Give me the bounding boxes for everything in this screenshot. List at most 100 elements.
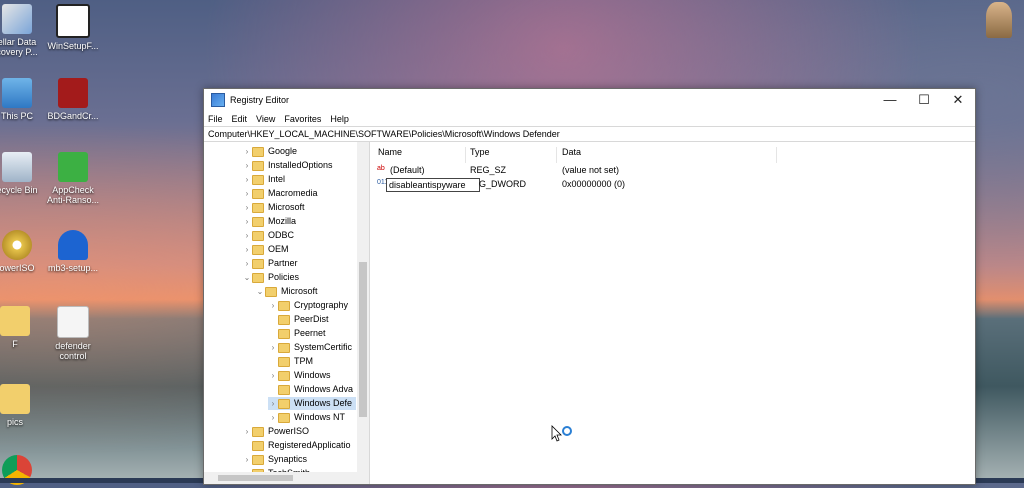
rename-input[interactable]: disableantispyware: [386, 178, 480, 192]
tree-item-poweriso[interactable]: › PowerISO: [242, 425, 309, 438]
tree-item-windows-nt[interactable]: › Windows NT: [268, 411, 345, 424]
tree-item-systemcertificates[interactable]: › SystemCertific: [268, 341, 352, 354]
tree-item-label: PowerISO: [268, 426, 310, 436]
close-button[interactable]: ✕: [941, 92, 975, 108]
chevron-right-icon[interactable]: ›: [242, 187, 252, 200]
chevron-right-icon[interactable]: ›: [242, 243, 252, 256]
values-list[interactable]: Name Type Data ab (Default) REG_SZ (valu…: [372, 142, 975, 484]
desktop-icon-defender-control[interactable]: defender control: [42, 306, 104, 361]
string-value-icon: ab: [377, 165, 385, 172]
tree-item-synaptics[interactable]: › Synaptics: [242, 453, 307, 466]
desktop-icon-label: AppCheck Anti-Ranso...: [46, 185, 100, 205]
chevron-right-icon[interactable]: ›: [242, 159, 252, 172]
desktop-icon-mb3-setup[interactable]: mb3-setup...: [42, 230, 104, 273]
column-name[interactable]: Name: [378, 147, 402, 157]
desktop-icon-appcheck[interactable]: AppCheck Anti-Ranso...: [42, 152, 104, 205]
chevron-right-icon[interactable]: ›: [242, 425, 252, 438]
desktop-icon-label: defender control: [55, 341, 91, 361]
folder-icon: [252, 244, 264, 255]
menu-file[interactable]: File: [208, 114, 223, 124]
scrollbar-thumb[interactable]: [218, 475, 293, 481]
chevron-down-icon[interactable]: ⌄: [255, 285, 265, 298]
tree-item-windows-advanced[interactable]: Windows Adva: [268, 383, 353, 396]
folder-icon: [252, 146, 264, 157]
chevron-right-icon[interactable]: ›: [242, 453, 252, 466]
title-bar[interactable]: Registry Editor — ☐ ✕: [204, 89, 975, 111]
column-divider[interactable]: [776, 147, 777, 163]
desktop-icon-folder-f[interactable]: F: [0, 306, 46, 349]
tree-item-windows[interactable]: › Windows: [268, 369, 331, 382]
desktop-icon-recovery[interactable]: ellar Data covery P...: [0, 4, 48, 57]
tree-item-label: Partner: [268, 258, 298, 268]
chevron-right-icon[interactable]: ›: [268, 397, 278, 410]
desktop-icon-recycle-bin[interactable]: ecycle Bin: [0, 152, 48, 195]
column-divider[interactable]: [556, 147, 557, 163]
chevron-right-icon[interactable]: ›: [242, 173, 252, 186]
address-bar[interactable]: Computer\HKEY_LOCAL_MACHINE\SOFTWARE\Pol…: [204, 126, 975, 142]
chevron-right-icon[interactable]: ›: [268, 411, 278, 424]
chevron-down-icon[interactable]: ⌄: [242, 271, 252, 284]
tree-item-label: OEM: [268, 244, 289, 254]
column-divider[interactable]: [465, 147, 466, 163]
tree-item-installedoptions[interactable]: › InstalledOptions: [242, 159, 333, 172]
minimize-button[interactable]: —: [873, 92, 907, 108]
chevron-right-icon[interactable]: ›: [242, 145, 252, 158]
value-row-default[interactable]: ab (Default) REG_SZ (value not set): [372, 164, 975, 177]
tree-item-label: PeerDist: [294, 314, 329, 324]
tree-item-cryptography[interactable]: › Cryptography: [268, 299, 348, 312]
maximize-button[interactable]: ☐: [907, 92, 941, 108]
chevron-right-icon[interactable]: ›: [242, 201, 252, 214]
winsetup-icon: [56, 4, 90, 38]
tree-item-microsoft[interactable]: › Microsoft: [242, 201, 305, 214]
tree-vertical-scrollbar[interactable]: [357, 142, 369, 472]
menu-view[interactable]: View: [256, 114, 275, 124]
tree-item-peerdist[interactable]: PeerDist: [268, 313, 329, 326]
tree-item-policies-microsoft[interactable]: ⌄ Microsoft: [255, 285, 318, 298]
tree-item-odbc[interactable]: › ODBC: [242, 229, 294, 242]
folder-icon: [252, 230, 264, 241]
tree-item-oem[interactable]: › OEM: [242, 243, 289, 256]
tree-item-partner[interactable]: › Partner: [242, 257, 298, 270]
value-row-disableantispyware[interactable]: 011 disableantispyware G_DWORD 0x0000000…: [372, 178, 975, 192]
chevron-right-icon[interactable]: ›: [242, 229, 252, 242]
desktop-icon-poweriso[interactable]: owerISO: [0, 230, 48, 273]
desktop-icon-this-pc[interactable]: This PC: [0, 78, 48, 121]
chevron-right-icon[interactable]: ›: [242, 257, 252, 270]
folder-icon: [278, 328, 290, 339]
key-tree[interactable]: › Google › InstalledOptions › Intel › Macrom…: [204, 142, 370, 484]
folder-icon: [278, 300, 290, 311]
value-data: (value not set): [562, 165, 620, 175]
value-data: 0x00000000 (0): [562, 179, 626, 189]
chevron-right-icon[interactable]: ›: [268, 299, 278, 312]
desktop-icon-winsetup[interactable]: WinSetupF...: [42, 4, 104, 51]
chevron-right-icon[interactable]: ›: [268, 341, 278, 354]
tree-item-mozilla[interactable]: › Mozilla: [242, 215, 296, 228]
desktop-icon-label: mb3-setup...: [47, 263, 99, 273]
tree-item-windows-defender[interactable]: › Windows Defe: [268, 397, 356, 410]
folder-icon: [252, 440, 264, 451]
menu-help[interactable]: Help: [330, 114, 349, 124]
trophy-icon[interactable]: [986, 2, 1012, 38]
menu-edit[interactable]: Edit: [232, 114, 248, 124]
tree-horizontal-scrollbar[interactable]: [204, 472, 369, 484]
chevron-right-icon[interactable]: ›: [242, 215, 252, 228]
tree-item-policies[interactable]: ⌄ Policies: [242, 271, 299, 284]
desktop-icon-bdgandcrab[interactable]: BDGandCr...: [42, 78, 104, 121]
column-data[interactable]: Data: [562, 147, 581, 157]
tree-item-google[interactable]: › Google: [242, 145, 297, 158]
tree-item-tpm[interactable]: TPM: [268, 355, 313, 368]
desktop-icon-chrome[interactable]: [0, 455, 48, 488]
tree-item-peernet[interactable]: Peernet: [268, 327, 326, 340]
tree-item-intel[interactable]: › Intel: [242, 173, 285, 186]
tree-item-label: SystemCertific: [294, 342, 353, 352]
menu-favorites[interactable]: Favorites: [284, 114, 321, 124]
malwarebytes-icon: [58, 230, 88, 260]
tree-item-label: Mozilla: [268, 216, 297, 226]
desktop-icon-pics[interactable]: pics: [0, 384, 46, 427]
chevron-right-icon[interactable]: ›: [268, 369, 278, 382]
folder-icon: [278, 314, 290, 325]
tree-item-registeredapplications[interactable]: RegisteredApplicatio: [242, 439, 351, 452]
scrollbar-thumb[interactable]: [359, 262, 367, 417]
column-type[interactable]: Type: [470, 147, 490, 157]
tree-item-macromedia[interactable]: › Macromedia: [242, 187, 318, 200]
